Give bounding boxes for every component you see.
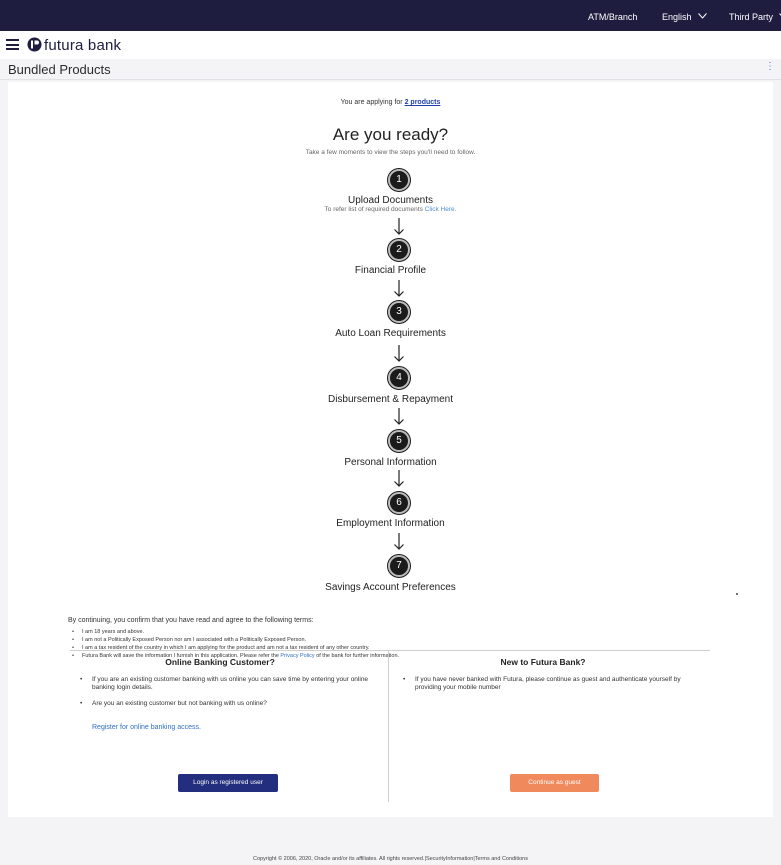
third-party-label: Third Party: [729, 12, 774, 22]
step-1-title: Upload Documents: [347, 195, 434, 206]
documents-click-here-link[interactable]: Click Here.: [425, 206, 457, 213]
step-3-title: Auto Loan Requirements: [335, 328, 446, 339]
step-4-number: 4: [388, 367, 410, 389]
login-registered-user-button[interactable]: Login as registered user: [178, 774, 278, 792]
online-banking-panel: Online Banking Customer? If you are an e…: [70, 657, 370, 734]
step-arrow-icon: [392, 280, 406, 298]
step-1-subtext: To refer list of required documents Clic…: [8, 206, 773, 213]
top-utility-bar: ATM/Branch English Third Party: [0, 0, 781, 31]
step-arrow-icon: [392, 470, 406, 488]
step-6-number: 6: [388, 492, 410, 514]
language-label: English: [662, 12, 692, 22]
step-3-number: 3: [388, 301, 410, 323]
futura-logo-icon: [27, 37, 42, 52]
app-header: futura bank: [0, 31, 781, 59]
page-footer: Copyright © 2006, 2020, Oracle and/or it…: [0, 843, 781, 865]
products-count-link[interactable]: 2 products: [405, 99, 441, 106]
page-title-bar: Bundled Products ⋮: [0, 59, 781, 80]
step-2-title: Financial Profile: [354, 265, 427, 276]
chevron-down-icon: [697, 11, 707, 21]
step-6-title: Employment Information: [336, 518, 445, 529]
step-2-number: 2: [388, 239, 410, 261]
step-arrow-icon: [392, 408, 406, 426]
panel-divider: [388, 650, 389, 802]
step-5-title: Personal Information: [344, 457, 437, 468]
language-selector[interactable]: English: [662, 12, 707, 22]
step-7-title: Savings Account Preferences: [325, 582, 456, 593]
brand-name: futura bank: [44, 37, 122, 54]
third-party-menu[interactable]: Third Party: [729, 12, 781, 22]
new-panel-item: If you have never banked with Futura, pl…: [393, 676, 693, 692]
ready-subheading: Take a few moments to view the steps you…: [305, 149, 476, 156]
terms-item: I am 18 years and above.: [68, 628, 718, 636]
step-1-sub-prefix: To refer list of required documents: [324, 206, 423, 213]
terms-item: I am not a Politically Exposed Person no…: [68, 636, 718, 644]
new-customer-panel: New to Futura Bank? If you have never ba…: [393, 657, 693, 700]
step-5-number: 5: [388, 430, 410, 452]
new-panel-title: New to Futura Bank?: [500, 657, 586, 667]
online-panel-item: Are you an existing customer but not ban…: [70, 700, 370, 708]
applying-text: You are applying for 2 products: [8, 99, 773, 106]
ready-heading: Are you ready?: [332, 125, 449, 144]
applying-prefix: You are applying for: [340, 99, 403, 106]
step-4-title: Disbursement & Repayment: [327, 394, 454, 405]
register-online-banking-link[interactable]: Register for online banking access.: [70, 724, 201, 731]
online-panel-title: Online Banking Customer?: [165, 657, 275, 667]
main-content: You are applying for 2 products Are you …: [8, 82, 773, 817]
step-arrow-icon: [392, 345, 406, 363]
continue-as-guest-button[interactable]: Continue as guest: [510, 774, 599, 792]
terms-lead: By continuing, you confirm that you have…: [68, 617, 314, 624]
hamburger-menu-icon[interactable]: [6, 39, 19, 50]
step-arrow-icon: [392, 218, 406, 236]
kebab-menu-icon[interactable]: ⋮: [765, 62, 775, 72]
stray-dot: [736, 593, 738, 595]
copyright-text: Copyright © 2006, 2020, Oracle and/or it…: [253, 856, 528, 862]
step-1-number: 1: [388, 169, 410, 191]
page-title: Bundled Products: [8, 62, 111, 77]
step-arrow-icon: [392, 533, 406, 551]
atm-branch-link[interactable]: ATM/Branch: [588, 12, 637, 22]
brand-logo[interactable]: futura bank: [27, 37, 121, 54]
step-7-number: 7: [388, 555, 410, 577]
online-panel-item: If you are an existing customer banking …: [70, 676, 370, 692]
